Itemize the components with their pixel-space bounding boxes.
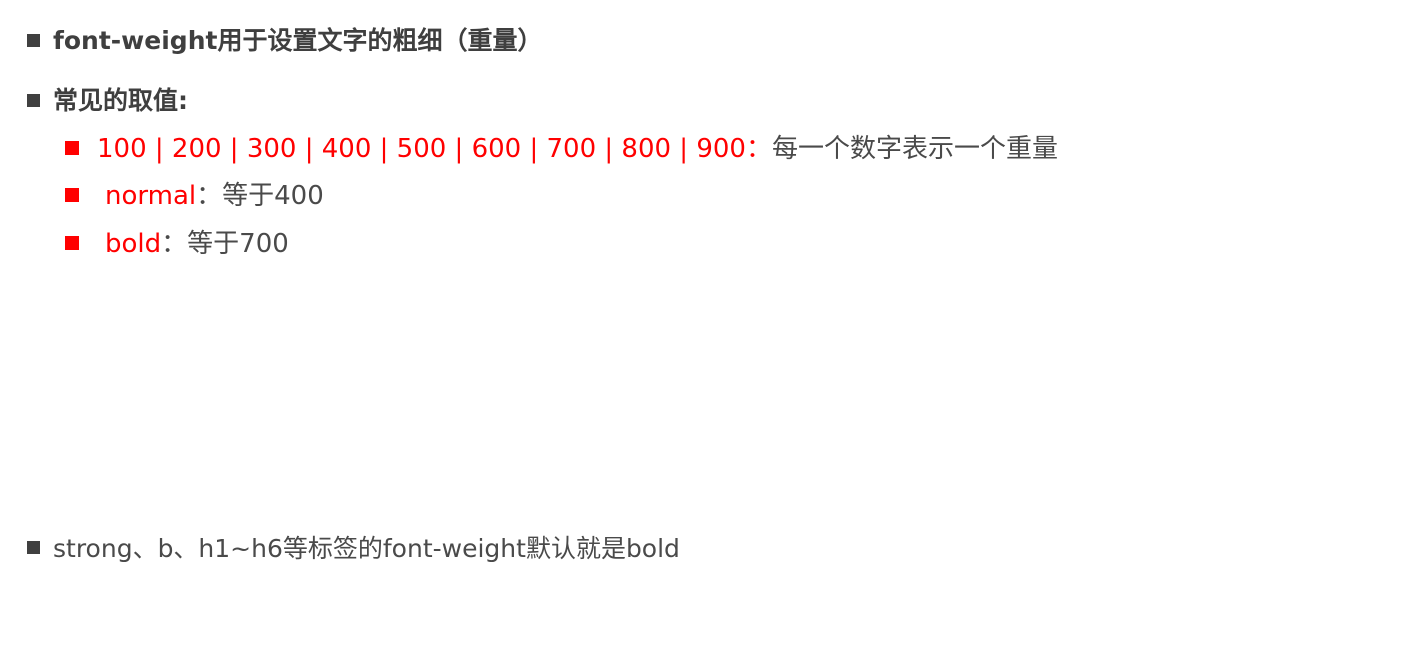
value-separator: ： <box>196 181 223 211</box>
value-label: bold <box>105 229 162 259</box>
value-bold: bold：等于700 <box>105 231 289 257</box>
square-bullet-icon <box>27 94 40 107</box>
value-numeric-weights: 100 | 200 | 300 | 400 | 500 | 600 | 700 … <box>97 136 1058 162</box>
value-description: 每一个数字表示一个重量 <box>771 134 1058 164</box>
square-bullet-icon <box>27 541 40 554</box>
red-square-bullet-icon <box>65 141 79 155</box>
value-separator: ： <box>161 229 188 259</box>
heading-font-weight-purpose: font-weight用于设置文字的粗细（重量） <box>53 26 543 55</box>
value-normal: normal：等于400 <box>105 183 324 209</box>
value-label: 100 | 200 | 300 | 400 | 500 | 600 | 700 … <box>97 134 746 164</box>
note-default-bold-tags: strong、b、h1~h6等标签的font-weight默认就是bold <box>53 534 680 563</box>
square-bullet-icon <box>27 34 40 47</box>
value-label: normal <box>105 181 197 211</box>
value-description: 等于400 <box>222 181 324 211</box>
red-square-bullet-icon <box>65 236 79 250</box>
value-description: 等于700 <box>187 229 289 259</box>
red-square-bullet-icon <box>65 188 79 202</box>
value-separator: ： <box>745 134 772 164</box>
heading-common-values: 常见的取值: <box>53 86 188 115</box>
